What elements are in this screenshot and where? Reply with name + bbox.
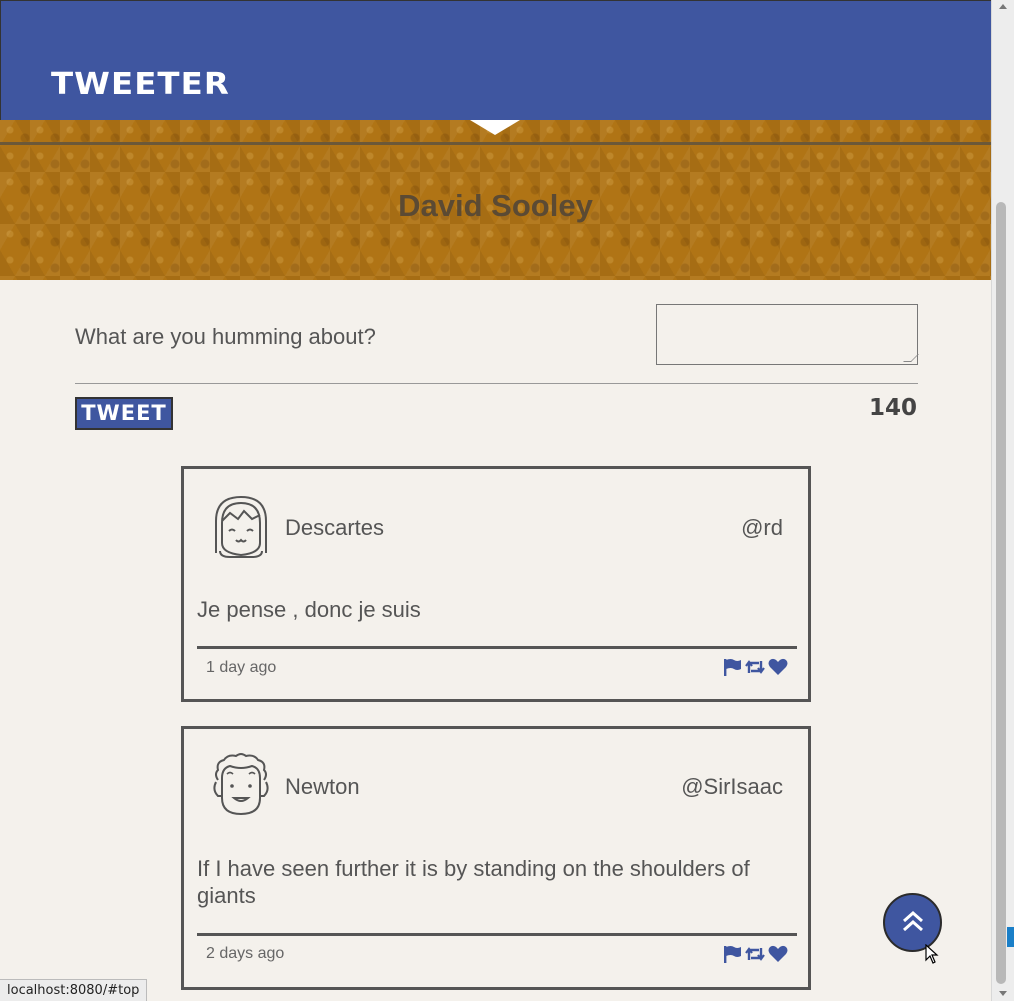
flag-icon[interactable] [722,945,742,963]
compose-prompt: What are you humming about? [75,324,376,349]
curly-hair-face-icon [213,753,269,816]
banner-divider [0,142,991,145]
profile-name: David Sooley [398,188,593,223]
retweet-icon[interactable] [745,658,765,676]
girl-face-icon [215,495,267,558]
mouse-cursor-icon [925,944,939,964]
profile-banner: David Sooley [0,120,991,280]
edge-indicator [1007,927,1014,947]
tweet-card: Descartes @rd Je pense , donc je suis 1 … [181,466,811,702]
scroll-down-arrow-icon[interactable] [999,991,1007,996]
tweet-text: Je pense , donc je suis [197,597,421,622]
scrollbar-thumb[interactable] [996,202,1006,984]
compose-textarea[interactable] [656,304,918,365]
scroll-up-arrow-icon[interactable] [999,4,1007,9]
tweet-timestamp: 1 day ago [206,659,277,676]
tweet-actions [722,945,788,963]
tweet-actions [722,658,788,676]
tweet-author-name[interactable]: Descartes [285,515,384,541]
tweet-text: If I have seen further it is by standing… [197,856,750,908]
tweet-card: Newton @SirIsaac If I have seen further … [181,726,811,990]
heart-icon[interactable] [768,658,788,676]
top-navbar: TWEETER [0,0,991,120]
nav-toggle-arrow-icon[interactable] [470,120,520,135]
tweet-divider [197,933,797,936]
link-status-bar: localhost:8080/#top [0,979,148,1001]
double-chevron-up-icon [903,910,923,932]
tweet-divider [197,646,797,649]
char-counter: 140 [868,395,917,421]
tweet-author-handle[interactable]: @SirIsaac [681,774,783,800]
flag-icon[interactable] [722,658,742,676]
vertical-scrollbar[interactable] [991,0,1014,1001]
retweet-icon[interactable] [745,945,765,963]
compose-divider [75,383,918,384]
tweet-author-name[interactable]: Newton [285,774,360,800]
heart-icon[interactable] [768,945,788,963]
tweet-button[interactable]: TWEET [75,397,173,430]
tweet-timestamp: 2 days ago [206,945,285,962]
brand-logo[interactable]: TWEETER [51,67,230,102]
tweet-author-handle[interactable]: @rd [741,515,783,541]
